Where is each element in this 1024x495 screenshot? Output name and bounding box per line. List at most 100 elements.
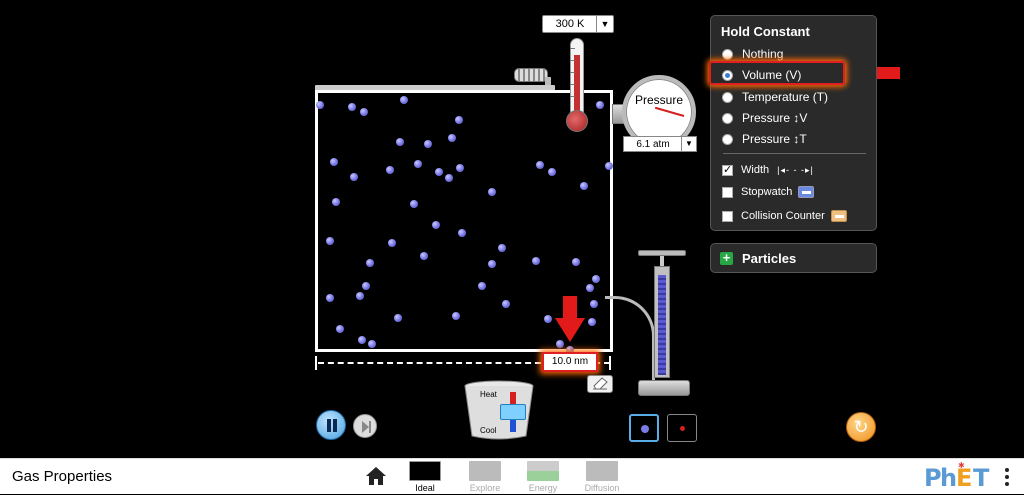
gas-particle: [435, 168, 443, 176]
heavy-particle-icon: [641, 425, 649, 433]
screen-tab-explore[interactable]: Explore: [465, 459, 505, 495]
screen-label: Explore: [469, 483, 501, 493]
collision-counter-checkbox-row[interactable]: Collision Counter: [722, 207, 847, 225]
explore-thumbnail-icon: [469, 461, 501, 481]
pressure-value: 6.1 atm: [636, 139, 670, 150]
step-button[interactable]: [353, 414, 377, 438]
radio-pressure-v[interactable]: [722, 112, 733, 124]
light-particle-icon: [680, 426, 685, 431]
gas-particle: [544, 315, 552, 323]
pause-button[interactable]: [316, 410, 346, 440]
radio-temperature[interactable]: [722, 91, 733, 103]
temperature-units-dropdown-icon[interactable]: ▼: [596, 16, 613, 32]
energy-thumbnail-icon: [527, 461, 559, 481]
screen-label: Diffusion: [584, 483, 620, 493]
volume-option-highlight: [709, 61, 845, 85]
pressure-units-dropdown-icon[interactable]: ▼: [681, 137, 696, 151]
heat-cool-slider-knob[interactable]: [500, 404, 526, 420]
gas-particle: [400, 96, 408, 104]
width-arrow-icon: |◂- - -▸|: [777, 164, 814, 175]
pump-hose: [605, 296, 655, 386]
pressure-readout[interactable]: 6.1 atm ▼: [623, 136, 697, 152]
radio-nothing[interactable]: [722, 48, 733, 60]
gas-particle: [316, 101, 324, 109]
heavy-particle-button[interactable]: [629, 414, 659, 442]
collision-counter-icon: [830, 210, 847, 222]
pump-base: [638, 380, 690, 396]
gas-particle: [456, 164, 464, 172]
hold-option-label: Nothing: [742, 47, 784, 61]
hold-option-label: Pressure ↕V: [742, 111, 808, 125]
gas-particle: [424, 140, 432, 148]
temperature-value: 300 K: [555, 18, 585, 30]
phet-logo[interactable]: P h E T ✱: [924, 462, 998, 492]
screen-tab-ideal[interactable]: Ideal: [405, 459, 445, 495]
checkbox-label: Collision Counter: [741, 210, 825, 222]
expand-plus-icon[interactable]: +: [720, 251, 733, 265]
cool-label: Cool: [480, 426, 497, 435]
gas-particle: [326, 294, 334, 302]
screen-tab-diffusion[interactable]: Diffusion: [582, 459, 622, 495]
gas-particle: [386, 166, 394, 174]
gas-particle: [588, 318, 596, 326]
gas-particle: [388, 239, 396, 247]
gas-particle: [358, 336, 366, 344]
stopwatch-checkbox-row[interactable]: Stopwatch: [722, 183, 815, 201]
gas-particle: [368, 340, 376, 348]
particles-panel-title: Particles: [742, 251, 797, 266]
gas-particle: [498, 244, 506, 252]
checkbox-label: Width: [741, 164, 770, 176]
options-menu-icon[interactable]: [1004, 467, 1010, 489]
heat-label: Heat: [480, 390, 497, 399]
gas-particle: [326, 237, 334, 245]
width-readout: 10.0 nm: [542, 352, 598, 372]
hold-option-pressure-v[interactable]: Pressure ↕V: [722, 109, 807, 127]
width-checkbox[interactable]: [722, 163, 733, 176]
particles-panel[interactable]: + Particles: [710, 243, 877, 273]
lid-handle[interactable]: [514, 68, 548, 82]
gas-particle: [356, 292, 364, 300]
gas-particle: [410, 200, 418, 208]
gas-particle: [360, 108, 368, 116]
thermometer-tick: [570, 84, 575, 85]
width-checkbox-row[interactable]: Width |◂- - -▸|: [722, 161, 814, 179]
hold-option-pressure-t[interactable]: Pressure ↕T: [722, 130, 807, 148]
sim-title: Gas Properties: [12, 468, 113, 485]
hold-option-temperature[interactable]: Temperature (T): [722, 88, 828, 106]
pressure-needle: [654, 106, 685, 117]
gas-particle: [580, 182, 588, 190]
gas-particle: [605, 162, 613, 170]
screen-tab-energy[interactable]: Energy: [523, 459, 563, 495]
screen-label: Ideal: [415, 483, 435, 493]
pump-gauge: [658, 275, 666, 375]
hold-constant-title: Hold Constant: [721, 24, 810, 39]
checkbox-label: Stopwatch: [741, 186, 793, 198]
radio-pressure-t[interactable]: [722, 133, 733, 145]
gas-particle: [414, 160, 422, 168]
gas-particle: [330, 158, 338, 166]
gas-particle: [420, 252, 428, 260]
hold-option-label: Pressure ↕T: [742, 132, 807, 146]
diffusion-thumbnail-icon: [586, 461, 618, 481]
reset-icon: ↻: [853, 417, 869, 437]
ideal-thumbnail-icon: [409, 461, 441, 481]
gas-particle: [572, 258, 580, 266]
temperature-readout[interactable]: 300 K ▼: [542, 15, 614, 33]
thermometer-tick: [570, 60, 575, 61]
gas-particle: [590, 300, 598, 308]
gas-particle: [452, 312, 460, 320]
light-particle-button[interactable]: [667, 414, 697, 442]
collision-counter-checkbox[interactable]: [722, 210, 733, 222]
gas-particle: [532, 257, 540, 265]
gas-particle: [394, 314, 402, 322]
thermometer-tick: [570, 48, 575, 49]
gas-particle: [458, 229, 466, 237]
gas-particle: [478, 282, 486, 290]
home-icon[interactable]: [365, 466, 387, 486]
gas-particle: [348, 103, 356, 111]
navigation-bar: Gas Properties Ideal Explore Energy Diff…: [0, 458, 1024, 494]
svg-text:P: P: [924, 464, 941, 492]
red-arrow-down-icon: [555, 296, 585, 342]
stopwatch-checkbox[interactable]: [722, 186, 733, 198]
reset-all-button[interactable]: ↻: [846, 412, 876, 442]
